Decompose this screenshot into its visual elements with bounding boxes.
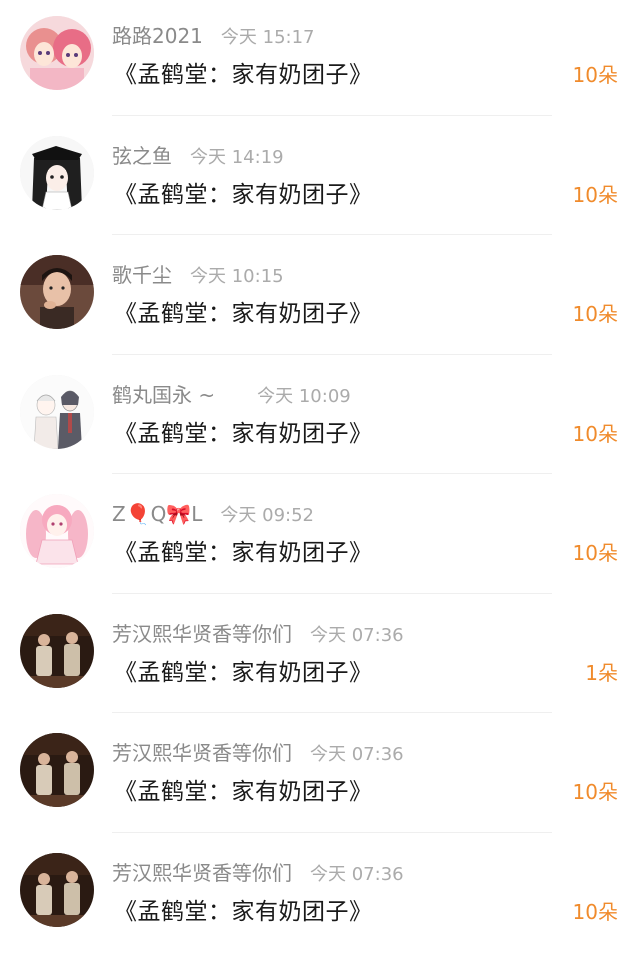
stage-performers-photo-avatar-icon: [20, 613, 94, 688]
anime-dark-hair-girl-avatar-icon: [20, 135, 94, 210]
young-man-photo-avatar-icon: [20, 255, 94, 329]
flower-count: 10朵: [572, 899, 618, 924]
list-item[interactable]: 弦之鱼 今天 14:19 《孟鹤堂：家有奶团子》 10朵: [0, 120, 640, 240]
send-time: 今天 09:52: [220, 505, 314, 526]
send-time: 今天 14:19: [190, 146, 284, 168]
meta-line: 歌千尘 今天 10:15: [112, 261, 284, 289]
flower-count: 10朵: [572, 541, 618, 565]
user-name[interactable]: 芳汉熙华贤香等你们: [112, 859, 292, 887]
gift-title: 《孟鹤堂：家有奶团子》: [114, 62, 373, 88]
flower-count: 10朵: [572, 182, 618, 207]
row-divider: [112, 114, 552, 116]
send-time: 今天 10:15: [190, 266, 284, 287]
flower-count: 1朵: [585, 660, 618, 685]
avatar[interactable]: [20, 852, 94, 927]
stage-performers-photo-avatar-icon: [20, 852, 94, 927]
gift-title: 《孟鹤堂：家有奶团子》: [114, 181, 373, 208]
user-name[interactable]: Z🎈Q🎀L: [112, 500, 202, 528]
meta-line: 芳汉熙华贤香等你们 今天 07:36: [112, 859, 404, 887]
list-item[interactable]: 路路2021 今天 15:17 《孟鹤堂：家有奶团子》 10朵: [0, 0, 640, 120]
gift-title: 《孟鹤堂：家有奶团子》: [114, 659, 373, 686]
meta-line: Z🎈Q🎀L 今天 09:52: [112, 500, 314, 528]
stage-performers-photo-avatar-icon: [20, 733, 94, 807]
gift-title: 《孟鹤堂：家有奶团子》: [114, 898, 373, 925]
user-name[interactable]: 歌千尘: [112, 261, 172, 289]
list-item[interactable]: 芳汉熙华贤香等你们 今天 07:36 《孟鹤堂：家有奶团子》 10朵: [0, 717, 640, 837]
flower-count: 10朵: [572, 780, 618, 804]
row-divider: [112, 353, 552, 355]
flower-count: 10朵: [572, 421, 618, 446]
list-item[interactable]: 歌千尘 今天 10:15 《孟鹤堂：家有奶团子》 10朵: [0, 239, 640, 359]
gift-title: 《孟鹤堂：家有奶团子》: [114, 301, 373, 327]
gift-title: 《孟鹤堂：家有奶团子》: [114, 420, 373, 447]
user-name[interactable]: 鹤丸国永 ~: [112, 381, 215, 409]
list-item[interactable]: 芳汉熙华贤香等你们 今天 07:36 《孟鹤堂：家有奶团子》 10朵: [0, 837, 640, 957]
send-time: 今天 07:36: [310, 624, 404, 646]
gift-record-list: 路路2021 今天 15:17 《孟鹤堂：家有奶团子》 10朵 弦之鱼 今天 14:…: [0, 0, 640, 962]
user-name[interactable]: 芳汉熙华贤香等你们: [112, 620, 292, 648]
anime-pink-hair-twins-avatar-icon: [20, 16, 94, 90]
meta-line: 芳汉熙华贤香等你们 今天 07:36: [112, 620, 404, 648]
user-name[interactable]: 弦之鱼: [112, 142, 172, 170]
avatar[interactable]: [20, 733, 94, 807]
avatar[interactable]: [20, 16, 94, 90]
list-item[interactable]: Z🎈Q🎀L 今天 09:52 《孟鹤堂：家有奶团子》 10朵: [0, 478, 640, 598]
list-item[interactable]: 鹤丸国永 ~ 今天 10:09 《孟鹤堂：家有奶团子》 10朵: [0, 359, 640, 479]
list-item[interactable]: 芳汉熙华贤香等你们 今天 07:36 《孟鹤堂：家有奶团子》 1朵: [0, 598, 640, 718]
row-divider: [112, 831, 552, 833]
avatar[interactable]: [20, 374, 94, 449]
meta-line: 鹤丸国永 ~ 今天 10:09: [112, 381, 351, 409]
meta-line: 弦之鱼 今天 14:19: [112, 142, 284, 170]
avatar[interactable]: [20, 613, 94, 688]
user-name[interactable]: 芳汉熙华贤香等你们: [112, 739, 292, 767]
avatar[interactable]: [20, 494, 94, 568]
gift-title: 《孟鹤堂：家有奶团子》: [114, 779, 373, 805]
anime-sketch-duo-avatar-icon: [20, 374, 94, 449]
user-name[interactable]: 路路2021: [112, 22, 203, 50]
gift-title: 《孟鹤堂：家有奶团子》: [114, 540, 373, 566]
anime-pink-twin-tails-avatar-icon: [20, 494, 94, 568]
flower-count: 10朵: [572, 63, 618, 87]
meta-line: 芳汉熙华贤香等你们 今天 07:36: [112, 739, 404, 767]
row-divider: [112, 592, 552, 594]
send-time: 今天 07:36: [310, 744, 404, 765]
send-time: 今天 07:36: [310, 863, 404, 885]
meta-line: 路路2021 今天 15:17: [112, 22, 315, 50]
avatar[interactable]: [20, 255, 94, 329]
send-time: 今天 15:17: [220, 27, 315, 48]
row-divider: [112, 473, 552, 474]
avatar[interactable]: [20, 135, 94, 210]
send-time: 今天 10:09: [257, 385, 351, 407]
row-divider: [112, 712, 552, 713]
row-divider: [112, 234, 552, 235]
flower-count: 10朵: [572, 302, 618, 326]
